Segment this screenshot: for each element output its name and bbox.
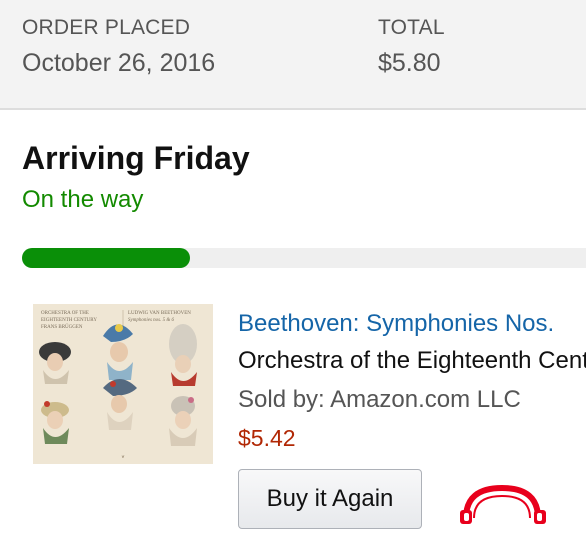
cover-text-left-2: EIGHTEENTH CENTURY: [41, 318, 97, 323]
product-title-link[interactable]: Beethoven: Symphonies Nos.: [238, 310, 554, 338]
order-total-label: TOTAL: [378, 16, 445, 39]
arrival-heading: Arriving Friday: [22, 140, 250, 176]
product-artist: Orchestra of the Eighteenth Cent: [238, 347, 586, 374]
product-seller: Sold by: Amazon.com LLC: [238, 386, 521, 413]
album-artwork: ORCHESTRA OF THE EIGHTEENTH CENTURY FRAN…: [33, 304, 213, 464]
cover-text-right-2: Symphonies nos. 5 & 6: [128, 318, 174, 323]
order-info-header: ORDER PLACED October 26, 2016 TOTAL $5.8…: [0, 0, 586, 110]
shipment-progress-bar: [22, 248, 586, 268]
shipment-status: On the way: [22, 186, 144, 213]
svg-text:❦: ❦: [121, 454, 124, 459]
shipment-progress-fill: [22, 248, 191, 268]
cover-text-left-3: FRANS BRÜGGEN: [41, 324, 83, 330]
order-placed-date: October 26, 2016: [22, 49, 216, 77]
headphones-icon: [456, 482, 556, 533]
order-total-value: $5.80: [378, 49, 441, 77]
cover-text-right-1: LUDWIG VAN BEETHOVEN: [128, 311, 191, 316]
product-price: $5.42: [238, 425, 296, 451]
album-cover-image[interactable]: ORCHESTRA OF THE EIGHTEENTH CENTURY FRAN…: [33, 304, 213, 464]
cover-text-left-1: ORCHESTRA OF THE: [41, 311, 89, 316]
order-placed-label: ORDER PLACED: [22, 16, 191, 39]
buy-it-again-button[interactable]: Buy it Again: [238, 469, 422, 529]
